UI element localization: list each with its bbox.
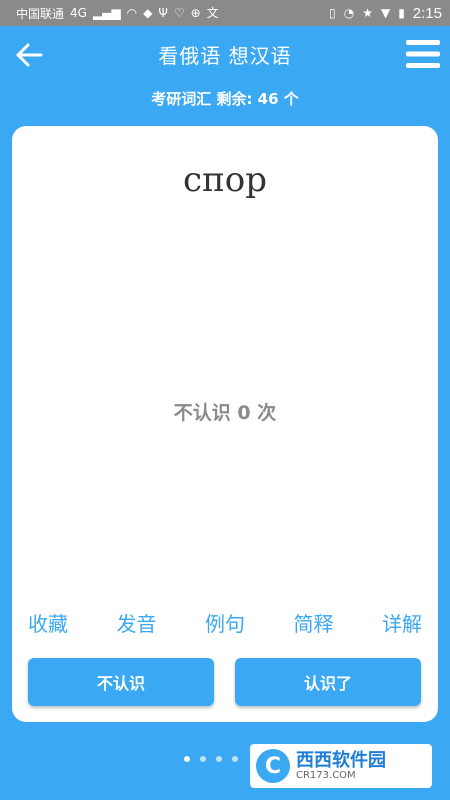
favorite-button[interactable]: 收藏	[28, 608, 68, 637]
network-type-label: 4G	[70, 6, 87, 20]
arrow-left-icon	[16, 43, 43, 67]
know-button[interactable]: 认识了	[235, 658, 421, 706]
battery-icon: ▮	[398, 6, 405, 20]
pronounce-button[interactable]: 发音	[117, 608, 157, 637]
status-left: 中国联通 4G ▂▄▆ ◠ ◆ Ψ ♡ ⊕ 文	[16, 5, 219, 22]
status-bar: 中国联通 4G ▂▄▆ ◠ ◆ Ψ ♡ ⊕ 文 ▯ ◔ ★ ▼ ▮ 2:15	[0, 0, 450, 26]
page-dot[interactable]	[232, 756, 238, 762]
menu-button[interactable]	[406, 38, 440, 70]
brief-definition-button[interactable]: 简释	[294, 608, 334, 637]
page-dot[interactable]	[216, 756, 222, 762]
page-indicator	[184, 756, 238, 762]
sync-icon: ⊕	[190, 6, 201, 20]
alarm-icon: ◔	[343, 6, 355, 20]
russian-word: спор	[183, 160, 267, 200]
hamburger-menu-icon	[406, 40, 440, 68]
word-card: спор 不认识 0 次 收藏 发音 例句 简释 详解 不认识 认识了	[12, 126, 438, 722]
signal-icon: ▂▄▆	[92, 6, 121, 20]
vibrate-icon: ▯	[329, 6, 336, 20]
back-button[interactable]	[14, 40, 44, 70]
watermark-logo-icon: C	[256, 749, 290, 783]
signal-strength-icon: ▼	[380, 6, 391, 20]
status-right: ▯ ◔ ★ ▼ ▮ 2:15	[329, 5, 442, 22]
detailed-explanation-button[interactable]: 详解	[382, 608, 422, 637]
wifi-icon: ◠	[126, 6, 138, 20]
page-dot[interactable]	[184, 756, 190, 762]
watermark-logo: C 西西软件园 CR173.COM	[250, 744, 432, 788]
unknown-count-label: 不认识 0 次	[173, 402, 277, 424]
heart-icon: ♡	[173, 6, 185, 20]
clock: 2:15	[412, 4, 442, 22]
vocab-remaining-label: 考研词汇 剩余: 46 个	[151, 90, 299, 108]
page-title: 看俄语 想汉语	[158, 43, 292, 68]
app-bar: 看俄语 想汉语	[0, 26, 450, 82]
translate-icon: 文	[206, 6, 219, 20]
watermark-subtitle: CR173.COM	[296, 770, 356, 782]
watermark-title: 西西软件园	[296, 749, 386, 771]
watermark-text: 西西软件园 CR173.COM	[296, 749, 386, 782]
example-button[interactable]: 例句	[205, 608, 245, 637]
notification-icon: ◆	[143, 6, 153, 20]
dont-know-button[interactable]: 不认识	[28, 658, 214, 706]
carrier-label: 中国联通	[16, 6, 65, 21]
usb-icon: Ψ	[158, 6, 168, 20]
page-dot[interactable]	[200, 756, 206, 762]
card-actions: 收藏 发音 例句 简释 详解	[28, 608, 422, 637]
star-icon: ★	[362, 6, 373, 20]
